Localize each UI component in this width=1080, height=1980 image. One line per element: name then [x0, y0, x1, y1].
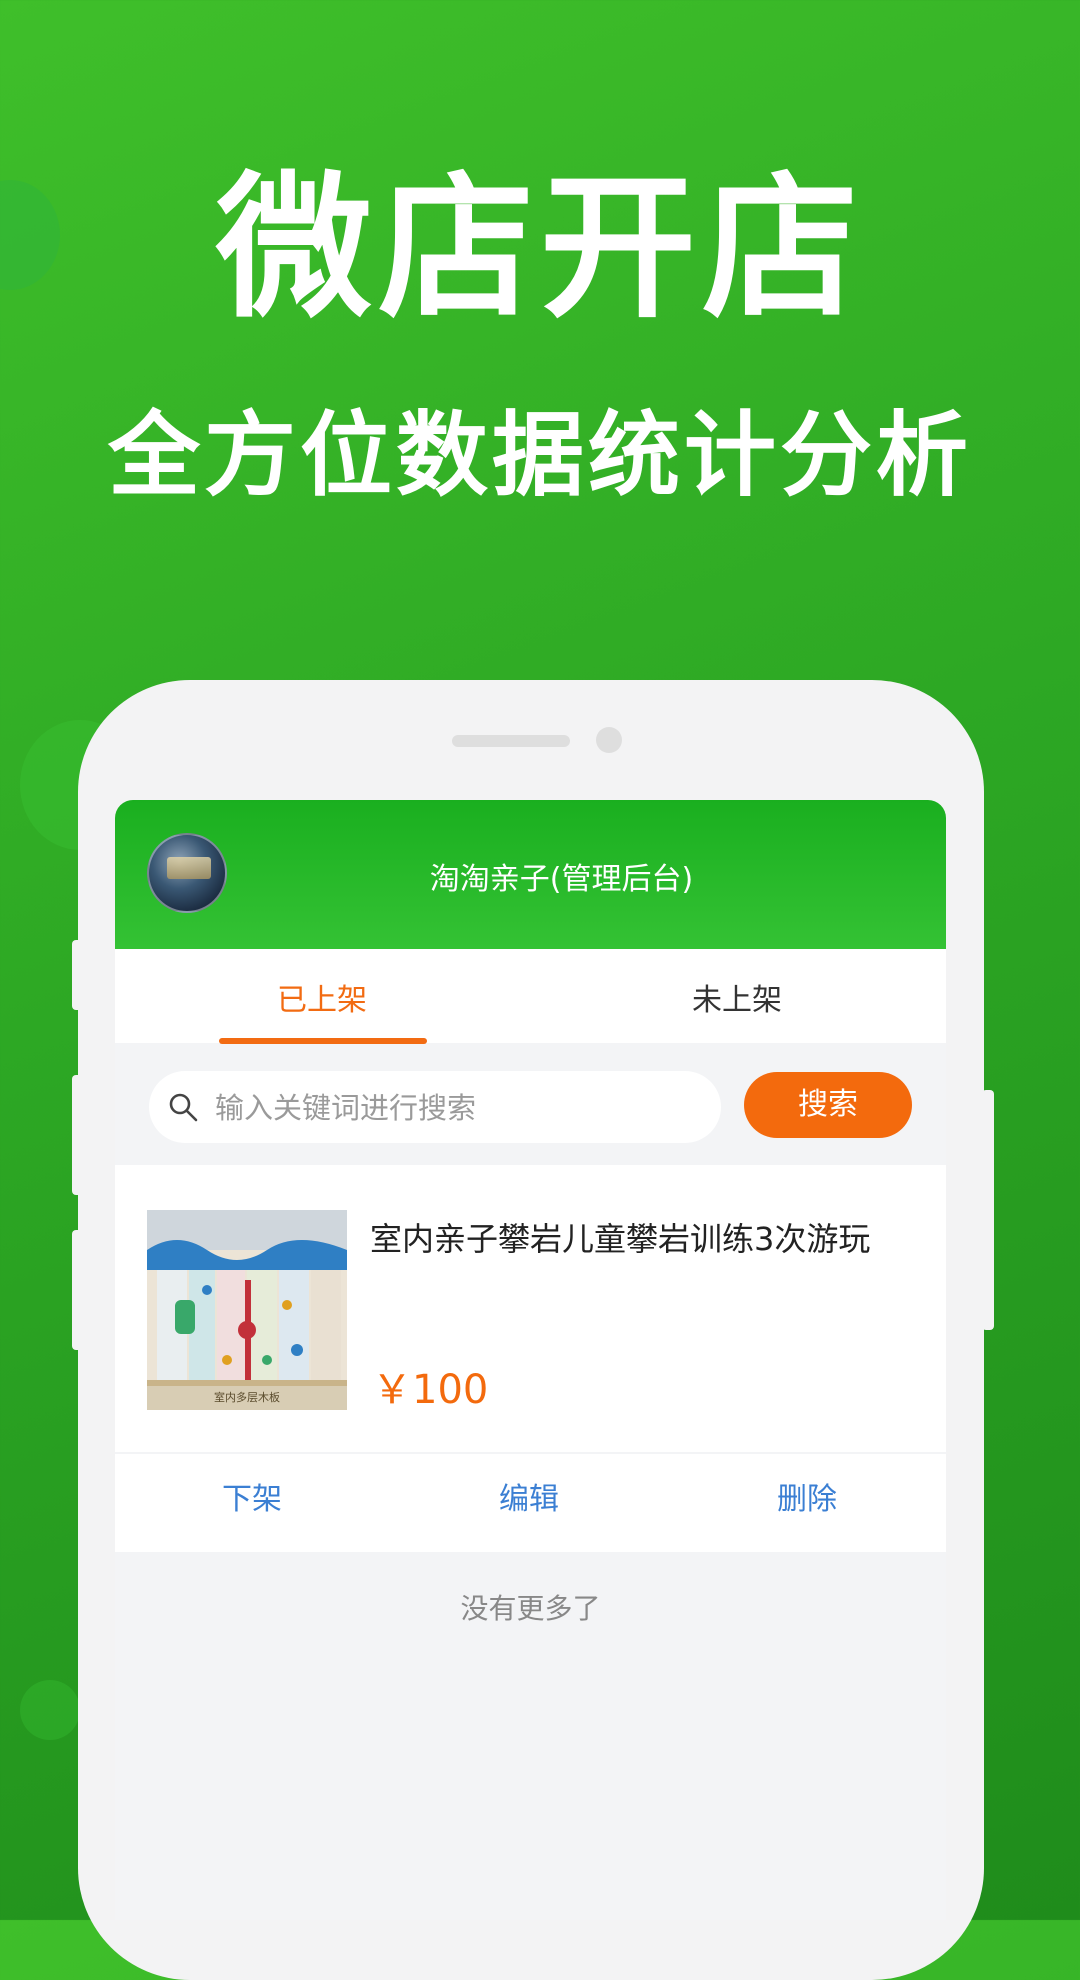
app-title: 淘淘亲子(管理后台) — [429, 862, 694, 897]
product-card: 室内多层木板 室内亲子攀岩儿童攀岩训练3次游玩 ￥100 下架 编辑 删除 — [115, 1165, 946, 1552]
search-icon — [169, 1093, 198, 1122]
active-tab-indicator — [219, 1038, 427, 1044]
search-input[interactable] — [213, 1083, 707, 1133]
product-image[interactable]: 室内多层木板 — [147, 1210, 347, 1410]
tab-listed[interactable]: 已上架 — [277, 975, 367, 1019]
app-screen: 淘淘亲子(管理后台) 已上架 未上架 搜索 — [115, 800, 946, 1920]
app-header: 淘淘亲子(管理后台) — [115, 800, 946, 949]
product-title[interactable]: 室内亲子攀岩儿童攀岩训练3次游玩 — [370, 1213, 915, 1265]
no-more-text: 没有更多了 — [460, 1592, 601, 1625]
product-price: ￥100 — [372, 1367, 489, 1413]
phone-camera — [596, 727, 622, 753]
phone-speaker — [452, 735, 570, 747]
unlist-button[interactable]: 下架 — [222, 1474, 282, 1518]
image-caption: 室内多层木板 — [147, 1386, 347, 1410]
edit-button[interactable]: 编辑 — [499, 1474, 559, 1518]
tab-bar: 已上架 未上架 — [115, 949, 946, 1044]
climbing-wall-picture — [147, 1210, 347, 1410]
delete-button[interactable]: 删除 — [777, 1474, 837, 1518]
bg-decoration — [20, 1680, 80, 1740]
tab-unlisted[interactable]: 未上架 — [692, 975, 782, 1019]
search-button[interactable]: 搜索 — [744, 1072, 912, 1138]
promo-subline: 全方位数据统计分析 — [107, 402, 972, 509]
promo-headline: 微店开店 — [216, 157, 864, 339]
search-box — [149, 1071, 721, 1143]
divider — [115, 1452, 946, 1454]
